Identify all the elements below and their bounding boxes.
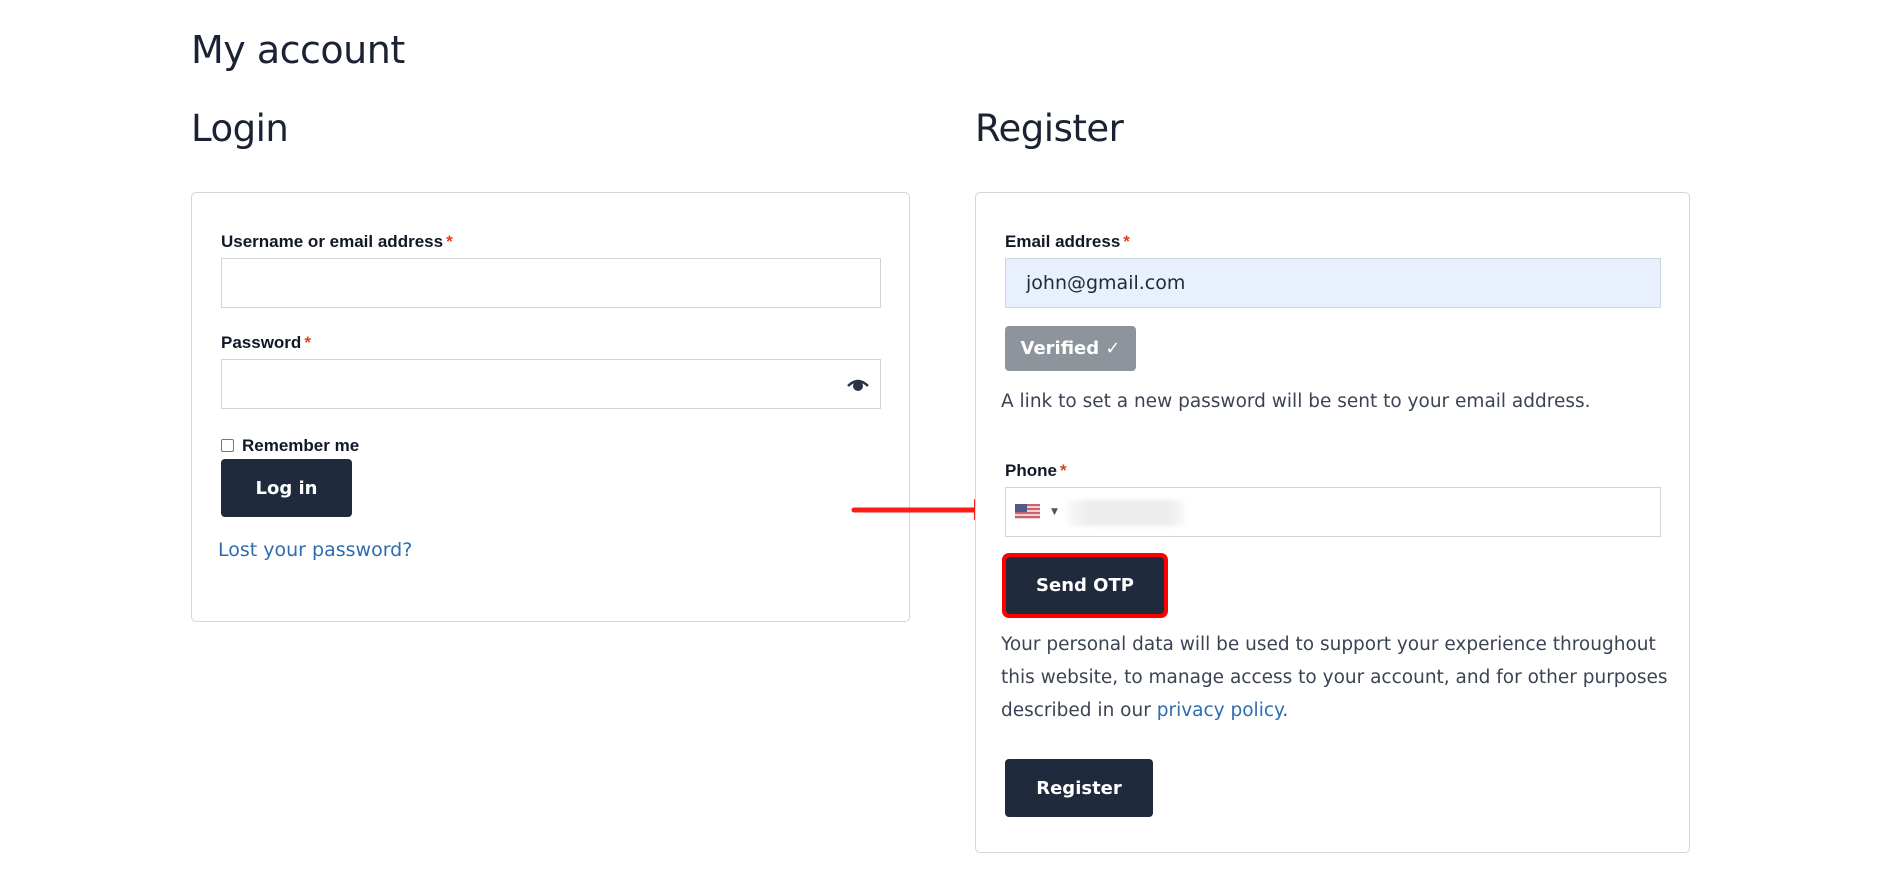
eye-icon[interactable] <box>847 377 869 391</box>
password-label-text: Password <box>221 333 302 352</box>
email-input[interactable] <box>1005 258 1661 308</box>
remember-me-checkbox[interactable] <box>221 438 234 452</box>
email-label-text: Email address <box>1005 232 1121 251</box>
privacy-notice: Your personal data will be used to suppo… <box>1001 628 1671 727</box>
password-note: A link to set a new password will be sen… <box>1001 391 1591 412</box>
required-marker: * <box>1123 232 1130 251</box>
login-heading: Login <box>191 107 289 150</box>
privacy-policy-link[interactable]: privacy policy <box>1157 700 1283 721</box>
privacy-text: Your personal data will be used to suppo… <box>1001 634 1668 721</box>
username-input[interactable] <box>221 258 881 308</box>
login-button[interactable]: Log in <box>221 459 352 517</box>
password-field <box>221 359 881 409</box>
password-input[interactable] <box>221 359 881 409</box>
email-label: Email address * <box>1005 231 1130 253</box>
register-card: Email address* Verified ✓ A link to set … <box>975 192 1690 853</box>
lost-password-link[interactable]: Lost your password? <box>218 537 412 563</box>
password-label: Password * <box>221 332 311 354</box>
send-otp-button[interactable]: Send OTP <box>1002 553 1168 618</box>
username-label: Username or email address * <box>221 231 453 253</box>
privacy-text-end: . <box>1282 700 1289 721</box>
us-flag-icon <box>1015 504 1040 519</box>
phone-number-redacted <box>1066 500 1184 526</box>
caret-down-icon: ▼ <box>1051 507 1058 517</box>
login-card: Username or email address * Password * Rem… <box>191 192 910 622</box>
required-marker: * <box>304 333 311 352</box>
register-button[interactable]: Register <box>1005 759 1153 817</box>
required-marker: * <box>1059 461 1067 480</box>
username-label-text: Username or email address <box>221 232 444 251</box>
phone-input[interactable]: ▼ <box>1005 487 1661 537</box>
page-title: My account <box>191 28 405 72</box>
country-selector[interactable]: ▼ <box>1012 496 1058 528</box>
remember-me-label: Remember me <box>242 436 360 455</box>
phone-label-text: Phone <box>1005 461 1057 480</box>
required-marker: * <box>446 232 453 251</box>
phone-label: Phone * <box>1005 460 1067 482</box>
verified-button[interactable]: Verified ✓ <box>1005 326 1136 371</box>
remember-me-row: Remember me <box>221 433 359 457</box>
register-heading: Register <box>975 107 1124 150</box>
